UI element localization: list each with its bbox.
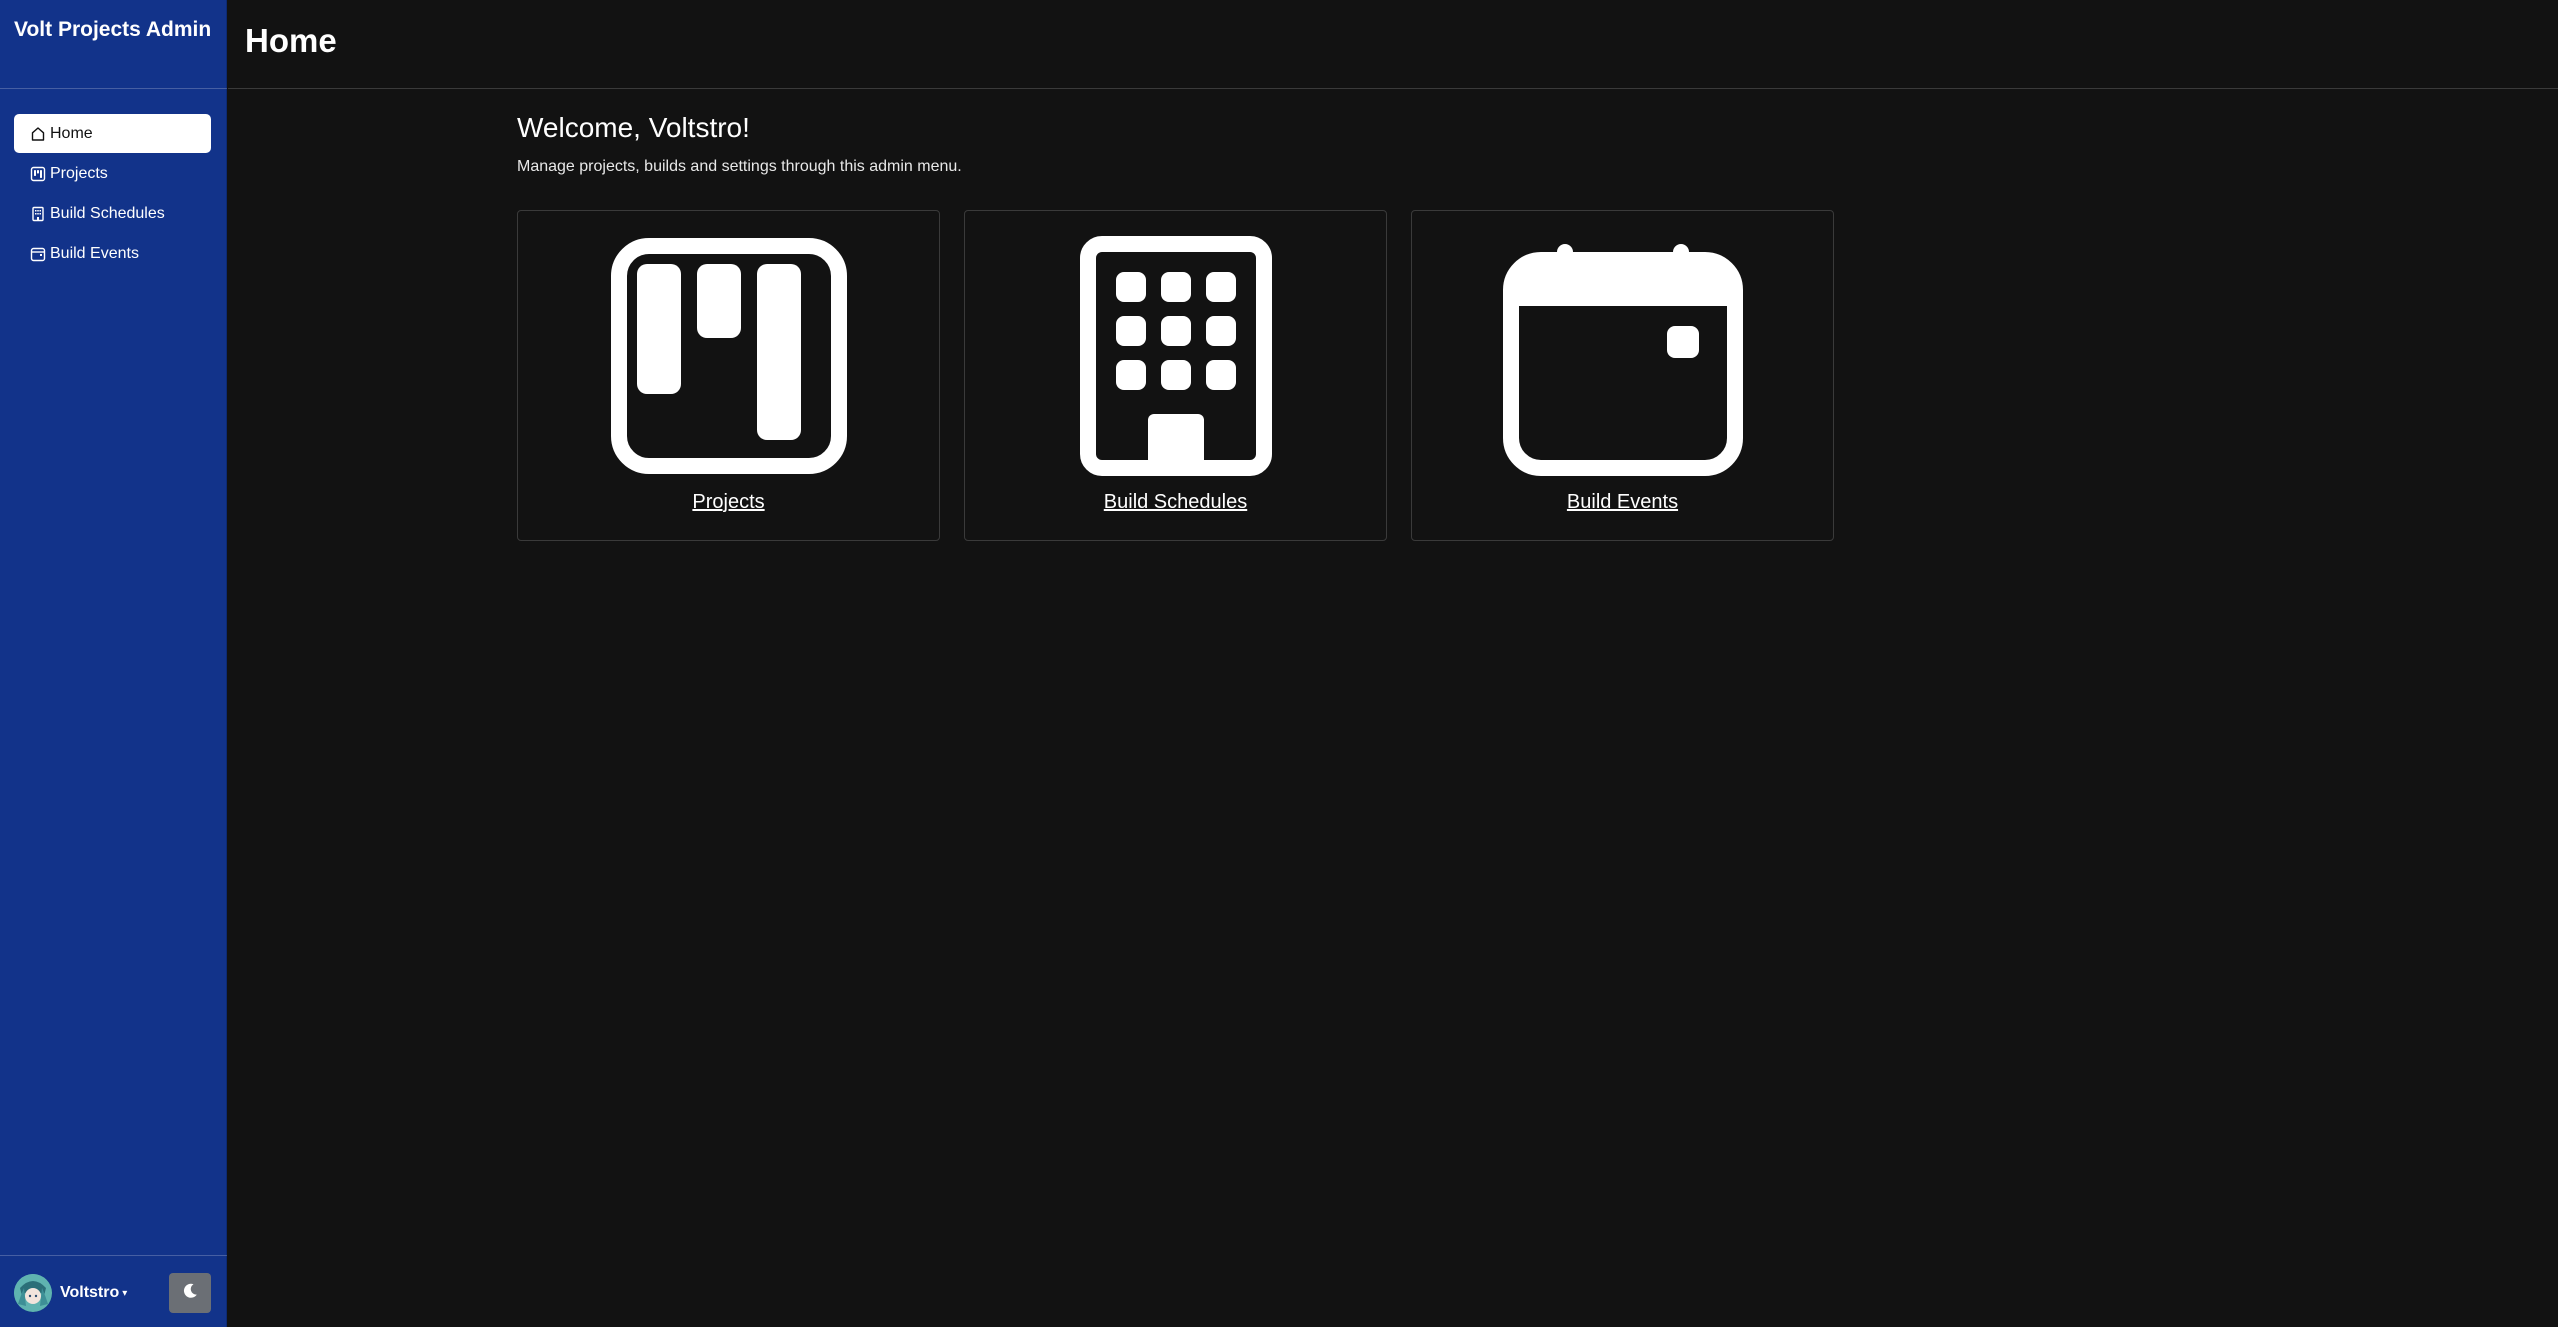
home-icon <box>30 126 46 142</box>
build-schedules-card[interactable]: Build Schedules <box>964 210 1387 541</box>
sidebar-item-label: Projects <box>50 164 108 182</box>
theme-toggle-button[interactable] <box>169 1273 211 1313</box>
sidebar-nav: Home Projects Build Schedules Build Even… <box>14 114 211 274</box>
moon-icon <box>180 1281 200 1306</box>
page-title: Home <box>245 22 337 59</box>
kanban-icon <box>30 166 46 182</box>
app-root: Volt Projects Admin Home Projects Build … <box>0 0 2558 1327</box>
sidebar-item-label: Build Schedules <box>50 204 165 222</box>
avatar <box>14 1274 52 1312</box>
calendar-icon <box>30 246 46 262</box>
sidebar-item-label: Home <box>50 124 93 142</box>
sidebar-divider <box>0 1255 227 1256</box>
page-header: Home <box>228 0 2558 89</box>
kanban-icon <box>609 236 849 476</box>
user-name: Voltstro <box>60 1284 120 1301</box>
build-events-card-link[interactable]: Build Events <box>1412 491 1833 514</box>
sidebar-item-build-events[interactable]: Build Events <box>14 234 211 273</box>
brand-title[interactable]: Volt Projects Admin <box>14 18 214 42</box>
sidebar-item-projects[interactable]: Projects <box>14 154 211 193</box>
calendar-icon <box>1502 236 1743 476</box>
building-icon <box>30 206 46 222</box>
sidebar-item-home[interactable]: Home <box>14 114 211 153</box>
sidebar: Volt Projects Admin Home Projects Build … <box>0 0 227 1327</box>
sidebar-divider <box>0 88 227 89</box>
sidebar-item-label: Build Events <box>50 244 139 262</box>
welcome-subtitle: Manage projects, builds and settings thr… <box>517 158 962 175</box>
projects-card[interactable]: Projects <box>517 210 940 541</box>
welcome-heading: Welcome, Voltstro! <box>517 112 750 143</box>
user-menu[interactable]: Voltstro ▾ <box>14 1273 127 1313</box>
sidebar-item-build-schedules[interactable]: Build Schedules <box>14 194 211 233</box>
build-schedules-card-link[interactable]: Build Schedules <box>965 491 1386 514</box>
chevron-down-icon: ▾ <box>122 1287 128 1299</box>
build-events-card[interactable]: Build Events <box>1411 210 1834 541</box>
card-grid: Projects Build Schedules Build Events <box>517 210 1858 541</box>
projects-card-link[interactable]: Projects <box>518 491 939 514</box>
building-icon <box>1056 236 1296 476</box>
